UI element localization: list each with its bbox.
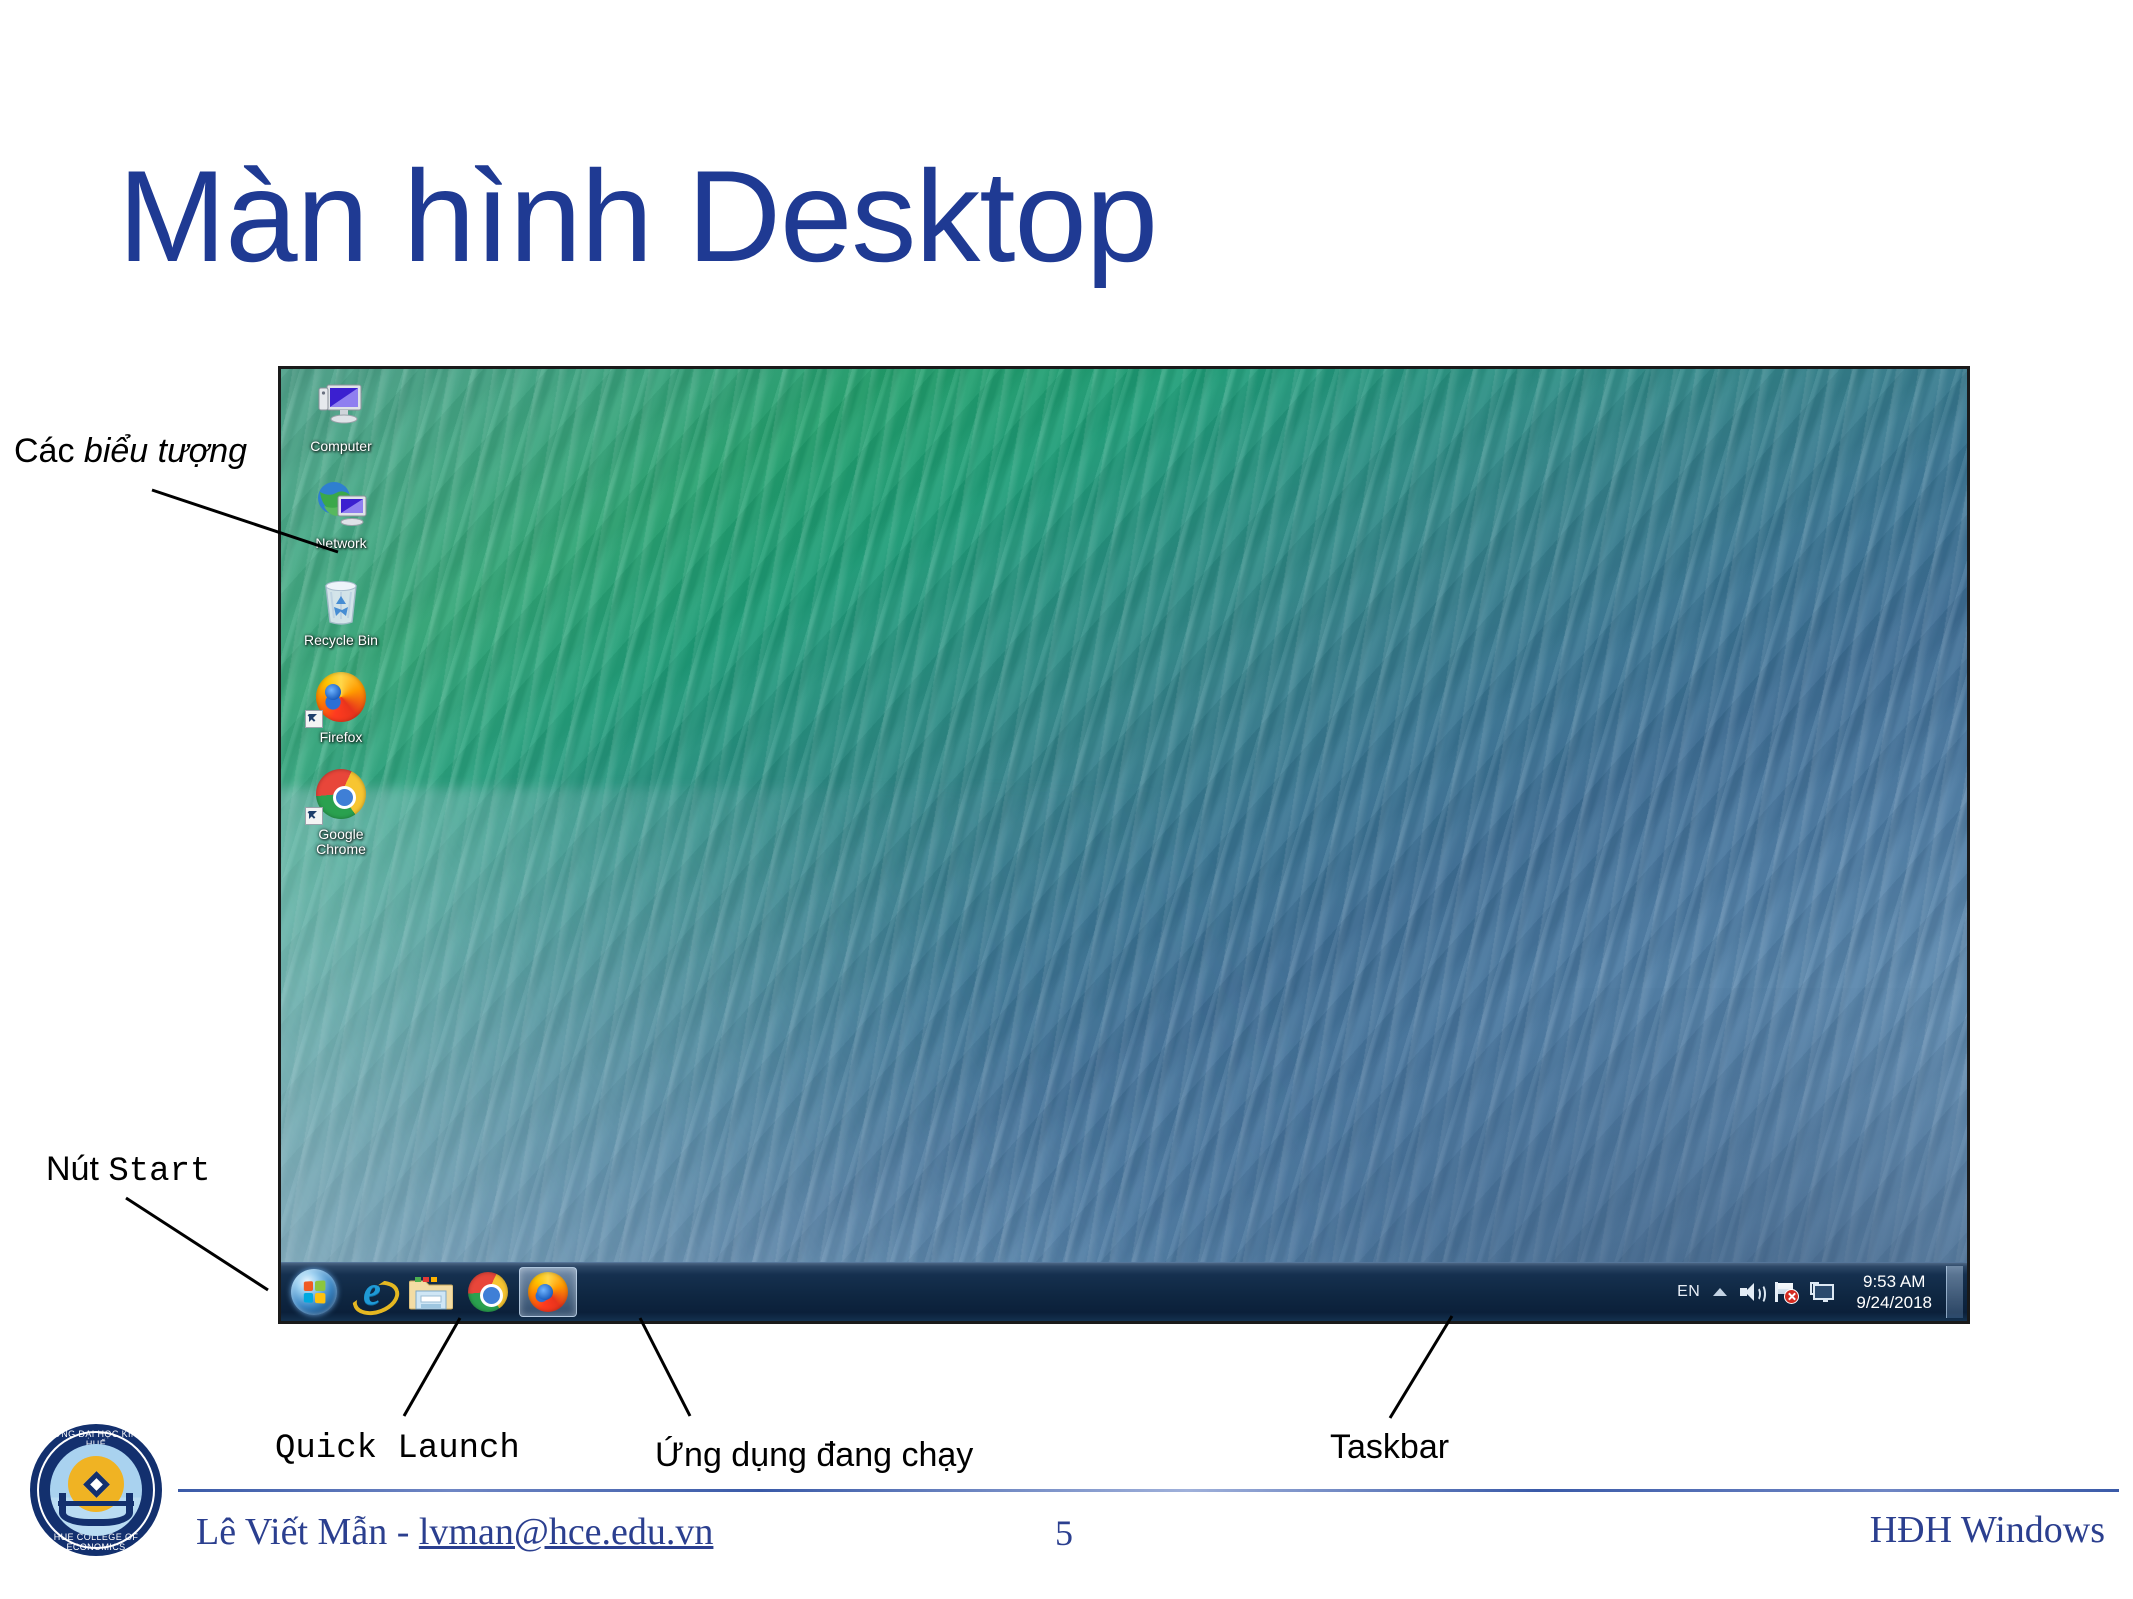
slide: Màn hình Desktop Computer Network Recycl… <box>0 0 2133 1599</box>
callout-icons-emphasis: biểu tượng <box>83 432 248 470</box>
logo-vessel <box>59 1493 133 1526</box>
desktop-icon-label: Network <box>315 535 367 551</box>
chevron-up-icon[interactable] <box>1713 1288 1728 1296</box>
flag-alert-icon[interactable] <box>1775 1282 1800 1304</box>
desktop-icon-firefox[interactable]: Firefox <box>291 666 391 745</box>
taskbar-left: e <box>281 1263 577 1321</box>
firefox-icon <box>291 666 391 728</box>
callout-quick-launch: Quick Launch <box>275 1430 520 1468</box>
system-tray: EN 9:53 AM 9/24/2018 <box>1665 1263 1967 1321</box>
desktop-icon-google-chrome[interactable]: Google Chrome <box>291 763 391 857</box>
taskbar-item-windows-explorer[interactable] <box>403 1266 457 1318</box>
footer-topic: HĐH Windows <box>1869 1509 2105 1551</box>
desktop-icon-column: Computer Network Recycle Bin Firefox Goo… <box>291 375 391 875</box>
taskbar-item-firefox-running[interactable] <box>519 1267 577 1317</box>
recycle-bin-icon <box>291 569 391 631</box>
speaker-icon[interactable] <box>1740 1283 1767 1304</box>
callout-start-button: Nút Start <box>46 1150 210 1191</box>
computer-icon <box>291 375 391 437</box>
desktop-icon-computer[interactable]: Computer <box>291 375 391 454</box>
callout-start-prefix: Nút <box>46 1150 109 1188</box>
desktop-icon-recycle-bin[interactable]: Recycle Bin <box>291 569 391 648</box>
start-button[interactable] <box>287 1266 341 1318</box>
desktop-icon-label: Firefox <box>319 729 363 745</box>
chrome-icon <box>468 1272 508 1312</box>
clock-time: 9:53 AM <box>1862 1272 1926 1291</box>
callout-running-app: Ứng dụng đang chạy <box>655 1436 974 1474</box>
university-logo: TRƯỜNG ĐẠI HỌC KINH TẾ HUẾ HUE COLLEGE O… <box>30 1424 162 1556</box>
taskbar: e EN 9:53 AM 9/24/2018 <box>281 1262 1967 1321</box>
callout-taskbar: Taskbar <box>1330 1428 1450 1466</box>
folder-icon <box>408 1275 454 1310</box>
internet-explorer-icon: e <box>352 1271 392 1312</box>
chrome-icon <box>291 763 391 825</box>
footer-author-name: Lê Viết Mẫn - <box>196 1511 419 1553</box>
page-number: 5 <box>1055 1513 1073 1553</box>
callout-icons-prefix: Các <box>14 432 84 470</box>
footer-author: Lê Viết Mẫn - lvman@hce.edu.vn <box>196 1510 713 1554</box>
language-indicator[interactable]: EN <box>1677 1283 1700 1301</box>
desktop-icon-label: Recycle Bin <box>304 632 378 648</box>
page-title: Màn hình Desktop <box>118 143 1158 289</box>
taskbar-item-google-chrome[interactable] <box>461 1266 515 1318</box>
shortcut-overlay-icon <box>305 710 323 728</box>
desktop-icon-network[interactable]: Network <box>291 472 391 551</box>
network-icon <box>291 472 391 534</box>
footer-email-link[interactable]: lvman@hce.edu.vn <box>419 1511 714 1553</box>
desktop-icon-label: Google Chrome <box>316 826 366 857</box>
desktop-screenshot: Computer Network Recycle Bin Firefox Goo… <box>278 366 1970 1324</box>
network-monitor-icon[interactable] <box>1810 1282 1835 1302</box>
taskbar-item-internet-explorer[interactable]: e <box>345 1266 399 1318</box>
desktop-icon-label: Computer <box>310 438 372 454</box>
start-orb-icon <box>291 1269 337 1315</box>
clock-date: 9/24/2018 <box>1856 1293 1932 1312</box>
footer-divider <box>178 1489 2119 1492</box>
callout-start-mono: Start <box>108 1153 211 1191</box>
show-desktop-button[interactable] <box>1946 1266 1963 1318</box>
clock[interactable]: 9:53 AM 9/24/2018 <box>1846 1271 1942 1313</box>
callout-icons: Các biểu tượng <box>14 432 247 471</box>
shortcut-overlay-icon <box>305 807 323 825</box>
firefox-icon <box>528 1272 568 1312</box>
